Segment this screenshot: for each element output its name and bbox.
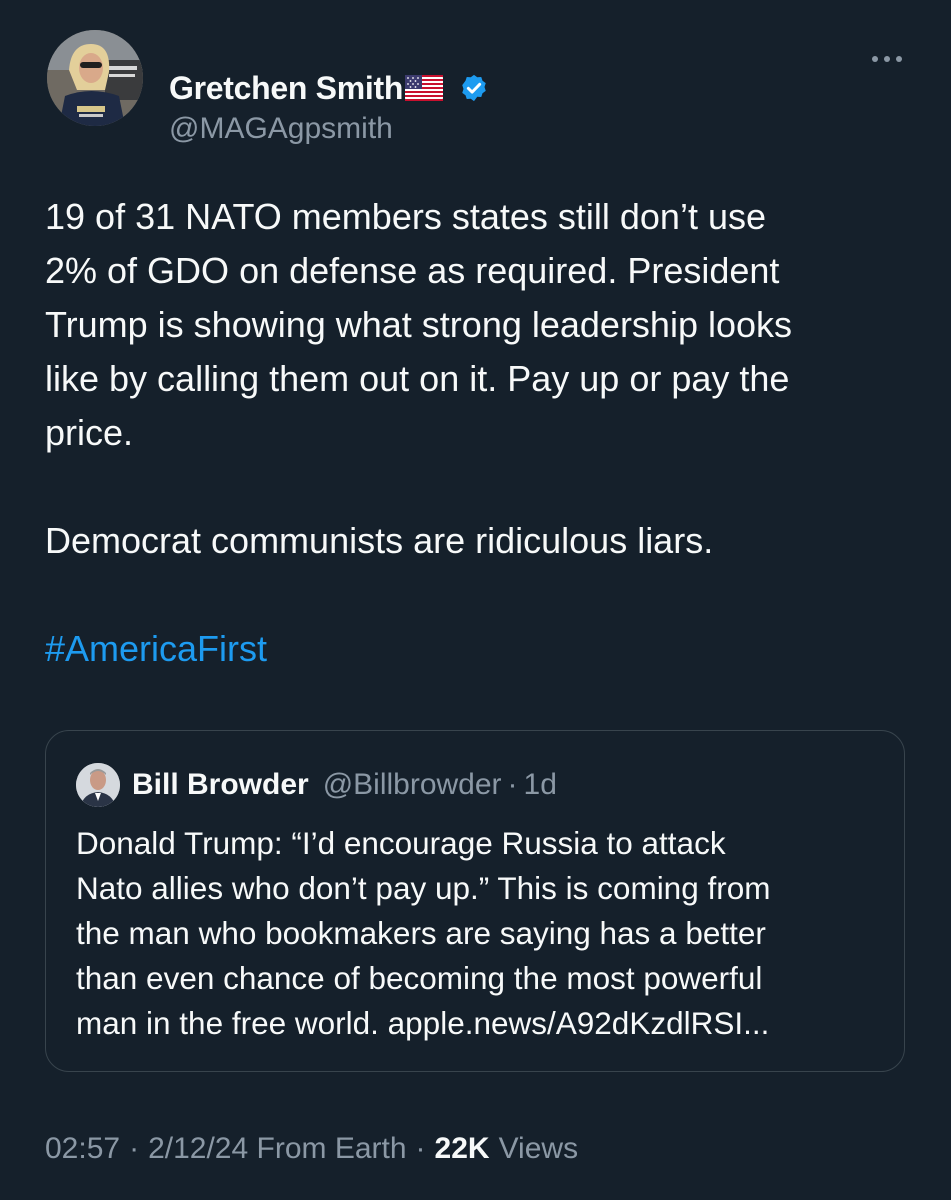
tweet-text-line: 2% of GDO on defense as required. Presid… xyxy=(45,250,780,291)
hashtag-link[interactable]: #AmericaFirst xyxy=(45,628,267,669)
quoted-timestamp[interactable]: 1d xyxy=(524,768,557,802)
tweet-text-paragraph-2: Democrat communists are ridiculous liars… xyxy=(45,520,714,561)
views-count[interactable]: 22K xyxy=(435,1132,490,1166)
tweet-date-source[interactable]: 2/12/24 From Earth xyxy=(148,1132,406,1166)
verified-badge-icon[interactable] xyxy=(459,73,489,103)
quoted-author-avatar[interactable] xyxy=(76,763,120,807)
meta-separator: · xyxy=(129,1132,140,1165)
tweet-meta-row: 02:57 · 2/12/24 From Earth · 22K Views xyxy=(45,1127,578,1171)
quoted-tweet-text: Donald Trump: “I’d encourage Russia to a… xyxy=(76,821,891,1046)
author-avatar-image xyxy=(47,30,143,126)
us-flag-icon xyxy=(405,75,444,101)
tweet-blank-line xyxy=(45,460,915,514)
quoted-tweet-header: Bill Browder @Billbrowder · 1d xyxy=(76,763,557,807)
tweet-text-line: like by calling them out on it. Pay up o… xyxy=(45,358,790,399)
quoted-author-avatar-image xyxy=(76,763,120,807)
tweet-body: 19 of 31 NATO members states still don’t… xyxy=(45,190,915,676)
quoted-separator: · xyxy=(507,768,518,801)
author-handle[interactable]: @MAGAgpsmith xyxy=(169,112,393,146)
tweet-text-line: 19 of 31 NATO members states still don’t… xyxy=(45,196,766,237)
more-options-button[interactable] xyxy=(867,44,907,74)
quoted-text-line: Donald Trump: “I’d encourage Russia to a… xyxy=(76,825,726,861)
tweet-text-line: Trump is showing what strong leadership … xyxy=(45,304,793,345)
tweet-author-header: Gretchen Smith @MAGAgpsmith xyxy=(47,30,907,145)
quoted-tweet-card[interactable]: Bill Browder @Billbrowder · 1d Donald Tr… xyxy=(45,730,905,1072)
more-horizontal-icon xyxy=(872,56,902,62)
views-label: Views xyxy=(498,1132,579,1165)
author-avatar[interactable] xyxy=(47,30,143,126)
quoted-author-handle[interactable]: @Billbrowder xyxy=(323,768,502,802)
quoted-text-line: the man who bookmakers are saying has a … xyxy=(76,915,766,951)
tweet-time[interactable]: 02:57 xyxy=(45,1132,120,1166)
tweet-text-line: price. xyxy=(45,412,134,453)
quoted-author-name[interactable]: Bill Browder xyxy=(132,768,309,802)
meta-separator: · xyxy=(415,1132,426,1165)
author-display-name[interactable]: Gretchen Smith xyxy=(169,70,403,107)
quoted-text-line: man in the free world. apple.news/A92dKz… xyxy=(76,1005,770,1041)
tweet-blank-line xyxy=(45,568,915,622)
quoted-text-line: Nato allies who don’t pay up.” This is c… xyxy=(76,870,771,906)
quoted-text-line: than even chance of becoming the most po… xyxy=(76,960,763,996)
author-name-line: Gretchen Smith xyxy=(169,68,489,108)
